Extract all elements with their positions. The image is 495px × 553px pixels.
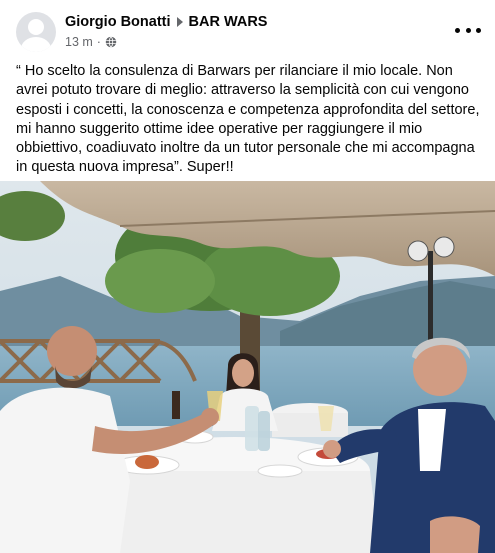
globe-icon[interactable]	[105, 36, 117, 48]
avatar-body	[21, 37, 51, 52]
restaurant-photo	[0, 181, 495, 553]
post-time[interactable]: 13 m	[65, 35, 93, 49]
author-line: Giorgio Bonatti BAR WARS	[65, 14, 267, 30]
meta-separator: ·	[96, 35, 101, 49]
arrow-right-icon	[176, 17, 183, 27]
post-meta: 13 m ·	[65, 35, 117, 49]
avatar-head	[28, 19, 44, 35]
post-photo[interactable]	[0, 181, 495, 553]
author-name[interactable]: Giorgio Bonatti	[65, 14, 171, 30]
more-options-icon[interactable]	[455, 20, 481, 40]
post-text: “ Ho scelto la consulenza di Barwars per…	[16, 63, 480, 176]
avatar[interactable]	[16, 12, 56, 52]
page-name[interactable]: BAR WARS	[189, 14, 268, 30]
post-header: Giorgio Bonatti BAR WARS 13 m ·	[0, 0, 495, 62]
